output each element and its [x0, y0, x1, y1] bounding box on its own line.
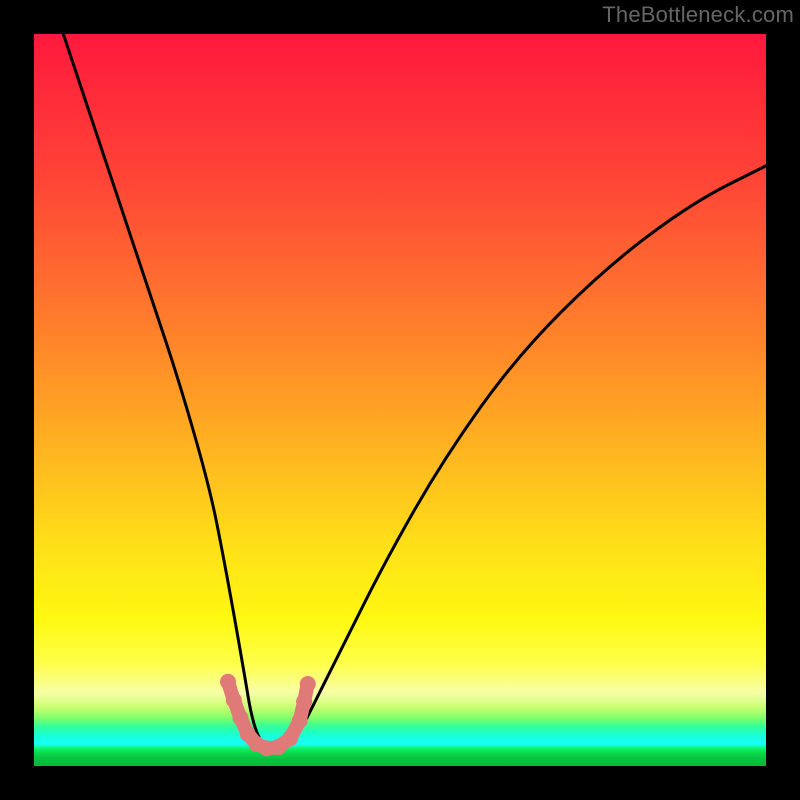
pink-bead — [282, 730, 298, 746]
pink-bead — [232, 710, 248, 726]
black-curve — [63, 34, 766, 751]
chart-svg — [34, 34, 766, 766]
pink-beads — [220, 674, 316, 757]
pink-bead — [296, 694, 312, 710]
pink-bead — [292, 713, 308, 729]
frame: TheBottleneck.com — [0, 0, 800, 800]
plot-area — [34, 34, 766, 766]
pink-bead — [300, 676, 316, 692]
watermark-text: TheBottleneck.com — [602, 2, 794, 28]
pink-bead — [220, 674, 236, 690]
pink-bead — [226, 692, 242, 708]
